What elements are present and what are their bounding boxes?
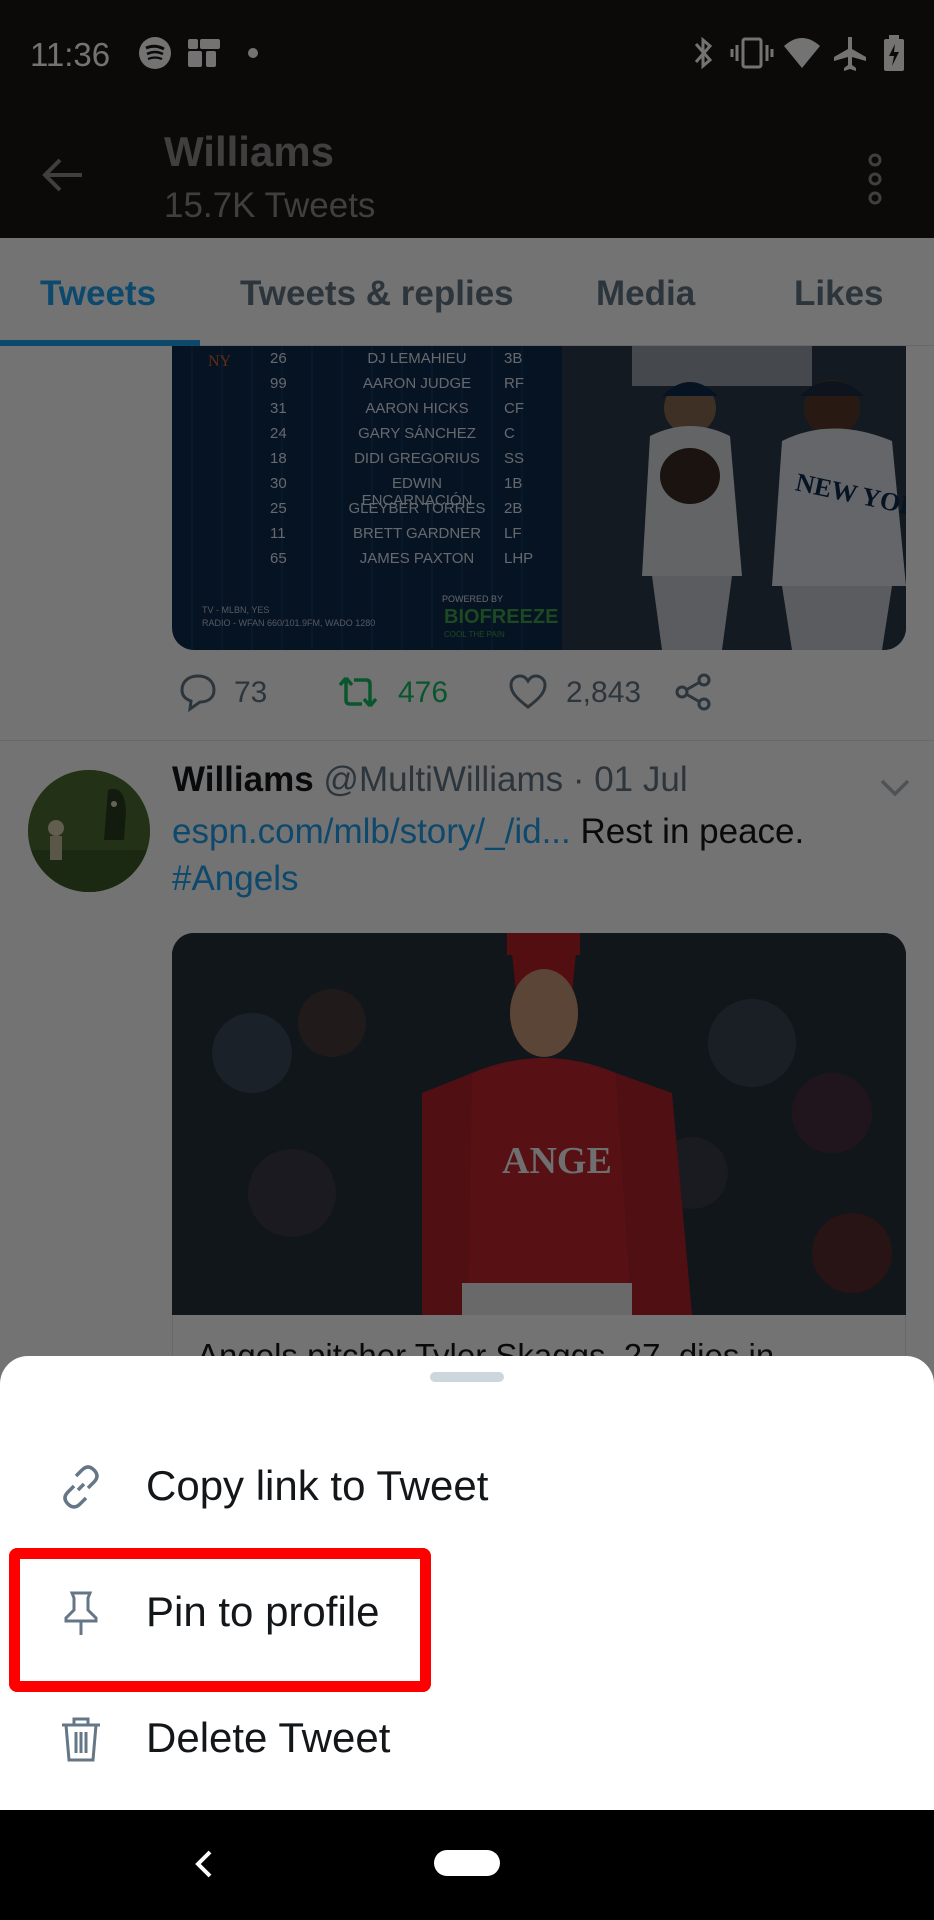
reply-icon — [180, 674, 216, 712]
tweet-author-name[interactable]: Williams — [172, 760, 314, 799]
system-nav-bar — [0, 1810, 934, 1920]
sponsor-logo: BIOFREEZE — [444, 606, 559, 628]
app-icon — [188, 39, 220, 67]
sponsor-tagline: COOL THE PAIN — [444, 630, 505, 639]
active-tab-indicator — [0, 340, 200, 346]
nav-back-icon[interactable] — [186, 1844, 222, 1884]
copy-link-menu-item[interactable]: Copy link to Tweet — [0, 1424, 934, 1550]
app-bar: Williams 15.7K Tweets — [0, 110, 934, 238]
pitcher-photo: ANGE — [172, 933, 906, 1315]
tweet-header: Williams @MultiWilliams · 01 Jul — [172, 760, 688, 800]
dot-icon — [248, 48, 258, 58]
tweet-actions: 73 476 2,843 — [172, 668, 932, 728]
bluetooth-icon — [694, 36, 713, 70]
delete-tweet-menu-item[interactable]: Delete Tweet — [0, 1676, 934, 1802]
broadcast-info: TV - MLBN, YES RADIO - WFAN 660/101.9FM,… — [202, 605, 376, 628]
trash-icon — [62, 1717, 100, 1762]
tab-tweets-replies[interactable]: Tweets & replies — [240, 274, 514, 314]
link-icon — [63, 1465, 99, 1509]
pin-to-profile-menu-item[interactable]: Pin to profile — [0, 1550, 934, 1676]
spotify-icon — [139, 37, 171, 69]
svg-text:ANGE: ANGE — [502, 1140, 612, 1182]
heart-icon — [509, 674, 547, 709]
lineup-image[interactable]: NY 26 DJ LEMAHIEU 3B 99 AARON JUDGE RF 31 AAR… — [172, 346, 906, 650]
tweet-hashtag[interactable]: #Angels — [172, 859, 298, 898]
profile-name: Williams — [164, 128, 335, 175]
status-time: 11:36 — [30, 36, 111, 73]
pin-icon — [64, 1591, 98, 1635]
pin-to-profile-label: Pin to profile — [146, 1588, 380, 1635]
more-vert-icon[interactable] — [860, 152, 890, 206]
tab-likes[interactable]: Likes — [794, 274, 884, 314]
share-icon — [675, 673, 711, 711]
players-illustration: NEW YORK — [562, 346, 906, 650]
battery-icon — [884, 35, 904, 71]
powered-by-label: POWERED BY — [442, 594, 504, 604]
bottom-sheet: Copy link to Tweet Pin to profile Delete… — [0, 1356, 934, 1810]
vibrate-icon — [730, 37, 774, 69]
avatar[interactable] — [28, 770, 150, 892]
tab-media[interactable]: Media — [596, 274, 695, 314]
tweet-link[interactable]: espn.com/mlb/story/_/id... — [172, 812, 571, 851]
retweet-icon — [338, 676, 378, 708]
tweet-count: 15.7K Tweets — [164, 186, 376, 225]
chevron-down-icon[interactable] — [878, 776, 912, 800]
back-arrow-icon[interactable] — [38, 150, 88, 200]
wifi-icon — [784, 38, 820, 68]
link-card-image[interactable]: ANGE — [172, 933, 906, 1315]
tweet-meta: @MultiWilliams · 01 Jul — [323, 760, 688, 799]
delete-tweet-label: Delete Tweet — [146, 1714, 391, 1761]
sheet-handle[interactable] — [430, 1372, 504, 1382]
avatar-image — [28, 770, 150, 892]
tab-bar: Tweets Tweets & replies Media Likes — [0, 238, 934, 346]
airplane-icon — [834, 37, 866, 71]
tab-tweets[interactable]: Tweets — [40, 274, 156, 314]
tweet-divider — [0, 740, 934, 741]
nav-home-pill[interactable] — [434, 1850, 500, 1876]
status-bar: 11:36 — [0, 0, 934, 110]
copy-link-label: Copy link to Tweet — [146, 1462, 489, 1509]
tweet-text: espn.com/mlb/story/_/id... Rest in peace… — [172, 812, 805, 898]
